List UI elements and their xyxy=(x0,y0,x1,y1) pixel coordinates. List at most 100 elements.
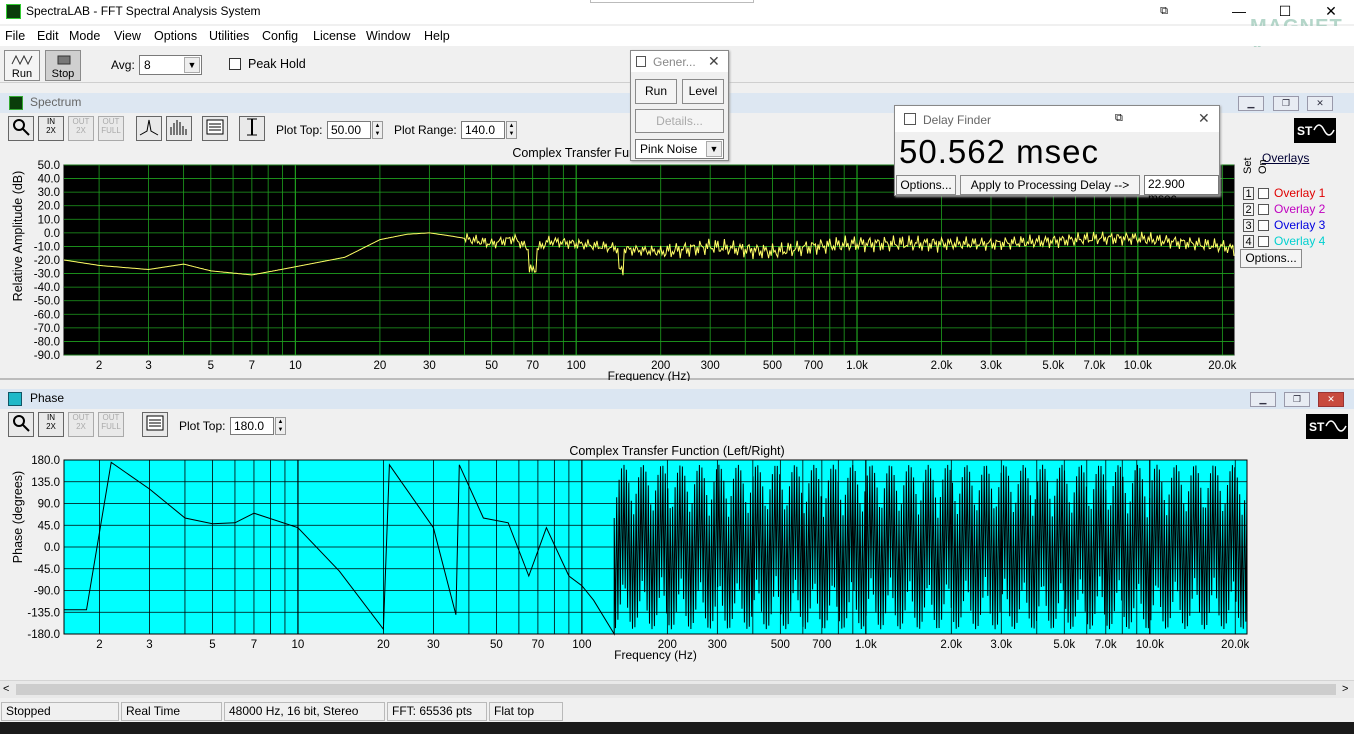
x-tick-label: 7.0k xyxy=(1083,360,1105,372)
apply-processing-delay-button[interactable]: Apply to Processing Delay --> xyxy=(960,175,1140,195)
horizontal-scrollbar[interactable]: < > xyxy=(0,680,1354,698)
overlay-set-button[interactable]: 3 xyxy=(1243,219,1254,232)
x-tick-label: 10 xyxy=(289,360,302,372)
phase-title: Phase xyxy=(30,391,65,405)
x-tick-label: 50 xyxy=(490,639,503,651)
x-tick-label: 300 xyxy=(701,360,720,372)
phase-chart: 180.0 135.0 90.0 45.0 0.0 -45.0 -90.0 -135.0 -18… xyxy=(27,455,1249,662)
phase-window: Phase ▁ ❐ ✕ IN 2X OUT 2X OUT FULL Plot Top:… xyxy=(0,389,1354,668)
generator-run-button[interactable]: Run xyxy=(635,79,677,104)
spectrum-plot-range-spinner[interactable]: ▲ ▼ xyxy=(506,121,517,139)
overlay-set-button[interactable]: 1 xyxy=(1243,187,1254,200)
y-tick-label: 0.0 xyxy=(44,228,60,240)
menu-options[interactable]: Options xyxy=(154,29,197,43)
processing-delay-input[interactable]: 22.900 msec xyxy=(1144,175,1219,205)
overlays-options-button[interactable]: Options... xyxy=(1240,249,1302,268)
x-axis-label: Frequency (Hz) xyxy=(614,648,697,662)
overlay-on-checkbox[interactable] xyxy=(1258,236,1269,247)
generator-close-icon[interactable]: ✕ xyxy=(708,53,720,70)
x-tick-label: 100 xyxy=(567,360,586,372)
y-tick-label: -40.0 xyxy=(34,282,60,294)
delay-finder-restore-icon[interactable]: ⧉ xyxy=(1115,112,1123,125)
y-tick-label: 10.0 xyxy=(38,214,60,226)
menu-window[interactable]: Window xyxy=(366,29,410,43)
scroll-right-icon[interactable]: > xyxy=(1342,683,1348,695)
overlay-set-button[interactable]: 2 xyxy=(1243,203,1254,216)
phase-plot-top-spinner[interactable]: ▲ ▼ xyxy=(275,417,286,435)
x-tick-label: 2.0k xyxy=(931,360,953,372)
spectralab-app: SpectraLAB - FFT Spectral Analysis Syste… xyxy=(0,0,1354,734)
menu-license[interactable]: License xyxy=(313,29,356,43)
spectrum-plot-top-spinner[interactable]: ▲ ▼ xyxy=(372,121,383,139)
taskbar-strip xyxy=(0,722,1354,734)
overlays-set-label: Set xyxy=(1242,157,1254,174)
y-tick-label: -70.0 xyxy=(34,323,60,335)
spectrum-bar-mode-icon[interactable] xyxy=(166,116,192,141)
menu-view[interactable]: View xyxy=(114,29,141,43)
phase-zoom-out-full-icon: OUT FULL xyxy=(98,412,124,437)
y-tick-label: -180.0 xyxy=(27,629,60,641)
phase-table-icon[interactable] xyxy=(142,412,168,437)
y-tick-label: 135.0 xyxy=(31,477,60,489)
generator-signal-value: Pink Noise xyxy=(640,142,698,156)
menu-mode[interactable]: Mode xyxy=(69,29,100,43)
menu-file[interactable]: File xyxy=(5,29,25,43)
peak-hold-checkbox[interactable] xyxy=(229,58,241,70)
overlay-on-checkbox[interactable] xyxy=(1258,220,1269,231)
phase-restore-button[interactable]: ❐ xyxy=(1284,392,1310,407)
spectrum-plot-top-label: Plot Top: xyxy=(276,123,323,137)
menu-edit[interactable]: Edit xyxy=(37,29,59,43)
spectrum-minimize-button[interactable]: ▁ xyxy=(1238,96,1264,111)
spectrum-restore-button[interactable]: ❐ xyxy=(1273,96,1299,111)
spectrum-plot-range-input[interactable]: 140.0 xyxy=(461,121,505,139)
x-tick-label: 2.0k xyxy=(940,639,962,651)
spectrum-table-icon[interactable] xyxy=(202,116,228,141)
delay-finder-options-button[interactable]: Options... xyxy=(896,175,956,195)
menu-help[interactable]: Help xyxy=(424,29,450,43)
menu-config[interactable]: Config xyxy=(262,29,298,43)
spectrum-plot-top-input[interactable]: 50.00 xyxy=(327,121,371,139)
overlay-set-button[interactable]: 4 xyxy=(1243,235,1254,248)
stop-button[interactable]: Stop xyxy=(45,50,81,81)
status-fft: FFT: 65536 pts xyxy=(387,702,487,721)
x-tick-label: 300 xyxy=(708,639,727,651)
spectrum-logo-icon: ST xyxy=(1294,118,1336,143)
phase-window-icon xyxy=(8,392,22,406)
y-tick-label: -45.0 xyxy=(34,564,60,576)
chevron-down-icon: ▼ xyxy=(706,141,722,157)
avg-select[interactable]: 8 ▼ xyxy=(139,55,202,75)
overlay-on-checkbox[interactable] xyxy=(1258,188,1269,199)
delay-finder-title-bar: Delay Finder ⧉ ✕ xyxy=(895,106,1219,132)
spectrum-scale-icon[interactable] xyxy=(239,116,265,141)
spectrum-line-mode-icon[interactable] xyxy=(136,116,162,141)
overlay-row: 4 Overlay 4 xyxy=(1241,234,1331,250)
x-tick-label: 5 xyxy=(208,360,214,372)
phase-plot-top-input[interactable]: 180.0 xyxy=(230,417,274,435)
spectrum-plot-range-label: Plot Range: xyxy=(394,123,457,137)
generator-signal-select[interactable]: Pink Noise ▼ xyxy=(635,139,724,159)
generator-level-button[interactable]: Level xyxy=(682,79,724,104)
y-tick-label: 90.0 xyxy=(38,499,60,511)
status-mode: Real Time xyxy=(121,702,222,721)
generator-window: Gener... ✕ Run Level Details... Pink Noi… xyxy=(630,50,729,161)
restore-layout-icon[interactable]: ⧉ xyxy=(1141,0,1187,24)
overlays-header: Overlays xyxy=(1262,151,1310,165)
phase-minimize-button[interactable]: ▁ xyxy=(1250,392,1276,407)
y-tick-label: 40.0 xyxy=(38,174,60,186)
x-axis-label: Frequency (Hz) xyxy=(608,369,691,381)
chevron-down-icon: ▼ xyxy=(184,57,200,73)
generator-details-button: Details... xyxy=(635,109,724,133)
scroll-left-icon[interactable]: < xyxy=(3,683,9,695)
title-bar: SpectraLAB - FFT Spectral Analysis Syste… xyxy=(0,0,1354,24)
spectrum-window-icon xyxy=(9,96,23,110)
menu-utilities[interactable]: Utilities xyxy=(209,29,249,43)
scrollbar-thumb[interactable] xyxy=(16,684,1336,695)
spectrum-close-button[interactable]: ✕ xyxy=(1307,96,1333,111)
overlay-on-checkbox[interactable] xyxy=(1258,204,1269,215)
phase-close-button[interactable]: ✕ xyxy=(1318,392,1344,407)
x-tick-label: 2 xyxy=(96,639,102,651)
delay-finder-close-icon[interactable]: ✕ xyxy=(1198,110,1210,127)
phase-zoom-in-2x-icon[interactable]: IN 2X xyxy=(38,412,64,437)
run-button[interactable]: Run xyxy=(4,50,40,81)
spectrum-zoom-in-2x-icon[interactable]: IN 2X xyxy=(38,116,64,141)
